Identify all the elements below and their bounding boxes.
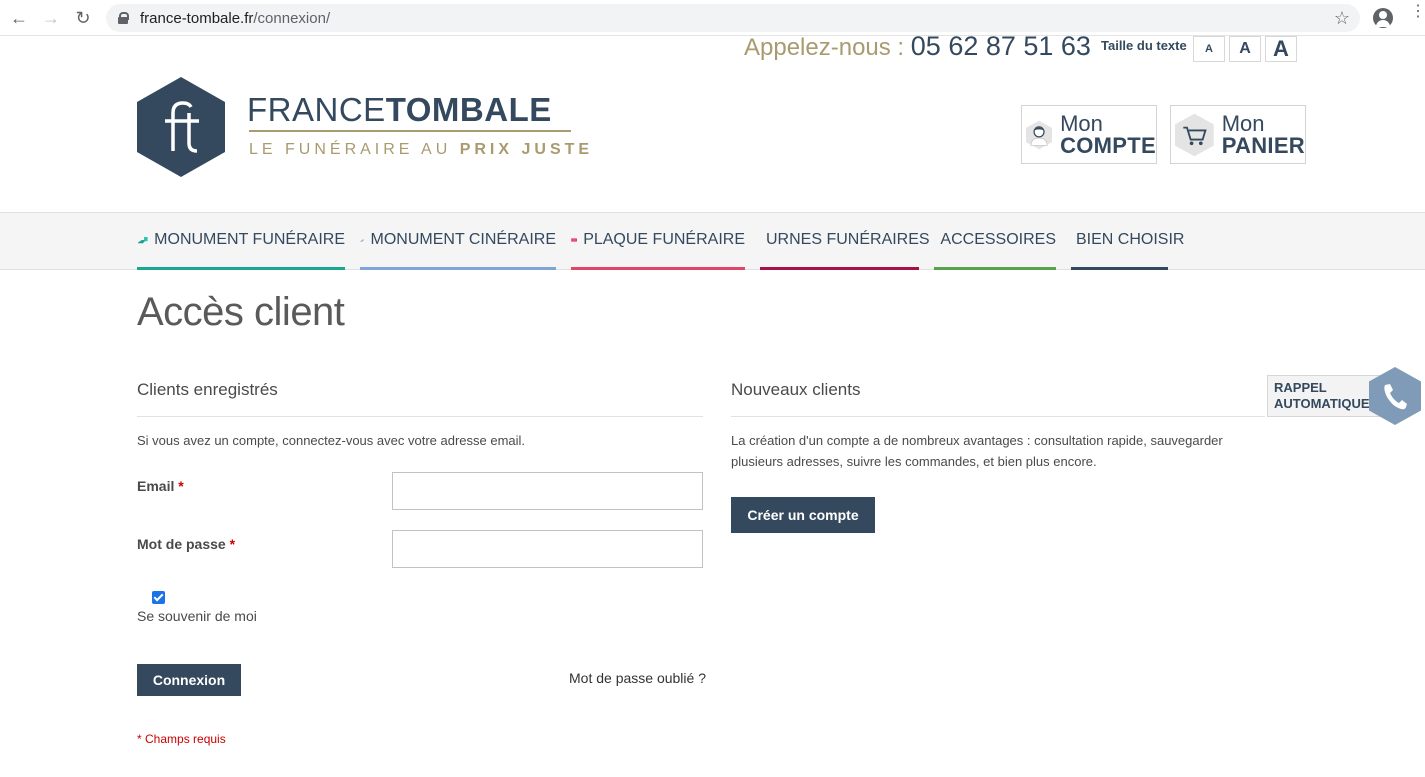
logo-hexagon-icon (137, 77, 225, 177)
text-size-small-button[interactable]: A (1193, 36, 1225, 62)
new-clients-description: La création d'un compte a de nombreux av… (731, 430, 1223, 472)
nav-urnes-funeraires[interactable]: URNES FUNÉRAIRES (760, 213, 930, 270)
create-account-button[interactable]: Créer un compte (731, 497, 875, 533)
site-logo[interactable]: FRANCETOMBALE LE FUNÉRAIRE AU PRIX JUSTE (137, 77, 589, 179)
text-size-label: Taille du texte (1101, 38, 1187, 53)
cart-line2: PANIER (1221, 132, 1305, 158)
email-label-text: Email (137, 478, 175, 494)
plaque-icon (571, 238, 577, 242)
phone-number[interactable]: 05 62 87 51 63 (911, 31, 1091, 61)
text-size-large-button[interactable]: A (1265, 36, 1297, 62)
registered-description: Si vous avez un compte, connectez-vous a… (137, 433, 526, 448)
nav-label: MONUMENT FUNÉRAIRE (154, 231, 345, 248)
logo-tagline-bold: PRIX JUSTE (459, 141, 594, 158)
remember-me-checkbox[interactable] (152, 591, 165, 604)
nav-plaque-funeraire[interactable]: PLAQUE FUNÉRAIRE (571, 213, 745, 270)
browser-menu-icon[interactable]: ⋮ (1410, 4, 1425, 20)
bookmark-star-icon[interactable]: ☆ (1334, 8, 1350, 29)
site-header: Appelez-nous : 05 62 87 51 63 Taille du … (0, 33, 1425, 212)
email-label: Email * (137, 478, 184, 494)
nav-label: PLAQUE FUNÉRAIRE (583, 231, 745, 248)
nav-bien-choisir[interactable]: BIEN CHOISIR (1071, 213, 1184, 270)
nav-label: URNES FUNÉRAIRES (766, 231, 930, 248)
cinerary-monument-icon (360, 239, 364, 242)
back-arrow-icon[interactable]: ← (10, 8, 28, 28)
reload-icon[interactable]: ↻ (74, 8, 92, 28)
registered-clients-title: Clients enregistrés (137, 380, 278, 399)
browser-toolbar: ← → ↻ france-tombale.fr/connexion/ ☆ ⋮ (0, 0, 1425, 36)
url-domain: france-tombale.fr (140, 9, 254, 27)
monument-icon (138, 237, 148, 244)
login-button[interactable]: Connexion (137, 664, 241, 696)
logo-tagline-light: LE FUNÉRAIRE AU (249, 141, 460, 158)
logo-name-bold: TOMBALE (385, 91, 552, 128)
new-clients-description-line2: plusieurs adresses, suivre les commandes… (731, 454, 1097, 469)
callback-label-line1: RAPPEL (1274, 380, 1327, 395)
phone-icon (1369, 367, 1421, 425)
main-navigation: MONUMENT FUNÉRAIRE MONUMENT CINÉRAIRE PL… (0, 212, 1425, 270)
my-account-button[interactable]: Mon COMPTE (1021, 105, 1157, 164)
profile-avatar-icon[interactable] (1373, 8, 1393, 28)
logo-divider (249, 130, 571, 132)
phone-label: Appelez-nous : (744, 34, 911, 61)
shopping-cart-icon (1175, 113, 1214, 156)
new-clients-description-line1: La création d'un compte a de nombreux av… (731, 433, 1223, 448)
nav-label: MONUMENT CINÉRAIRE (370, 231, 557, 248)
lock-icon (118, 12, 129, 24)
logo-wordmark: FRANCETOMBALE (247, 91, 552, 129)
remember-me-label[interactable]: Se souvenir de moi (137, 606, 257, 627)
password-label-text: Mot de passe (137, 536, 226, 552)
email-field[interactable] (392, 472, 703, 510)
callback-widget[interactable]: RAPPEL AUTOMATIQUE (1267, 367, 1421, 425)
nav-label: ACCESSOIRES (940, 231, 1056, 248)
required-asterisk: * (178, 478, 184, 494)
forward-arrow-icon[interactable]: → (42, 8, 60, 28)
logo-tagline: LE FUNÉRAIRE AU PRIX JUSTE (249, 141, 593, 159)
page-title: Accès client (137, 290, 345, 334)
required-fields-note: * Champs requis (137, 732, 226, 746)
phone-line: Appelez-nous : 05 62 87 51 63 (744, 33, 1091, 61)
my-cart-button[interactable]: Mon PANIER (1170, 105, 1306, 164)
account-line2: COMPTE (1060, 132, 1156, 158)
user-icon (1026, 120, 1053, 149)
forgot-password-link[interactable]: Mot de passe oublié ? (569, 670, 706, 686)
logo-name-light: FRANCE (247, 91, 386, 128)
callback-label-line2: AUTOMATIQUE (1274, 396, 1370, 411)
text-size-medium-button[interactable]: A (1229, 36, 1261, 62)
required-asterisk: * (229, 536, 236, 552)
password-label: Mot de passe * (137, 536, 235, 552)
account-line1: Mon (1060, 110, 1103, 136)
nav-accessoires[interactable]: ACCESSOIRES (934, 213, 1056, 270)
registered-divider (137, 416, 703, 417)
url-text: france-tombale.fr/connexion/ (140, 10, 330, 27)
new-clients-divider (731, 416, 1265, 417)
nav-monument-funeraire[interactable]: MONUMENT FUNÉRAIRE (137, 213, 345, 270)
new-clients-title: Nouveaux clients (731, 380, 861, 399)
url-path: /connexion/ (253, 9, 331, 27)
nav-label: BIEN CHOISIR (1076, 231, 1185, 248)
address-bar[interactable]: france-tombale.fr/connexion/ ☆ (106, 4, 1360, 32)
nav-monument-cineraire[interactable]: MONUMENT CINÉRAIRE (360, 213, 556, 270)
cart-line1: Mon (1221, 110, 1265, 136)
password-field[interactable] (392, 530, 703, 568)
